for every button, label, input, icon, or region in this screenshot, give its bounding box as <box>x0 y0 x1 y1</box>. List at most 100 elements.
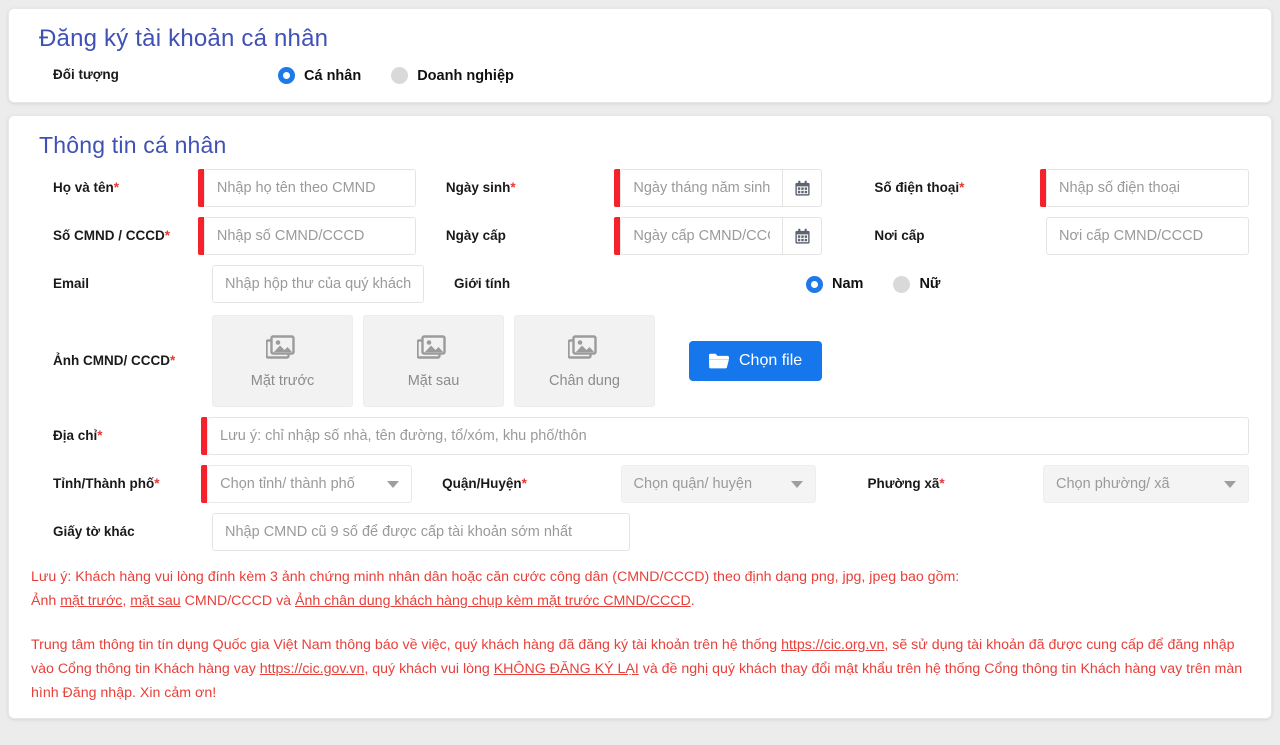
district-label: Quận/Huyện* <box>442 476 614 492</box>
gender-radio-group: Nam Nữ <box>806 276 940 293</box>
ward-placeholder: Chọn phường/ xã <box>1056 476 1170 492</box>
fullname-field <box>198 169 416 207</box>
notice-link-back[interactable]: mặt sau <box>130 593 180 609</box>
province-select[interactable]: Chọn tỉnh/ thành phố <box>207 465 412 503</box>
otherdocs-label: Giấy tờ khác <box>31 524 206 540</box>
birthdate-input[interactable] <box>620 169 782 207</box>
gender-label: Giới tính <box>454 276 632 292</box>
email-field <box>212 265 424 303</box>
radio-option-individual[interactable]: Cá nhân <box>278 67 361 84</box>
choose-file-label: Chọn file <box>739 352 802 370</box>
radio-unselected-icon <box>391 67 408 84</box>
chevron-down-icon <box>791 481 803 488</box>
required-asterisk: * <box>114 180 119 195</box>
required-asterisk: * <box>154 476 159 491</box>
issuedate-field <box>614 217 822 255</box>
no-reregister-emphasis: KHÔNG ĐĂNG KÝ LẠI <box>494 661 639 677</box>
upload-label-front: Mặt trước <box>251 373 315 389</box>
issueplace-label: Nơi cấp <box>874 228 1040 244</box>
upload-box-portrait[interactable]: Chân dung <box>514 315 655 407</box>
upload-label-back: Mặt sau <box>408 373 460 389</box>
calendar-icon <box>794 180 811 197</box>
district-field: Chọn quận/ huyện <box>621 465 816 503</box>
fullname-input[interactable] <box>204 169 416 207</box>
radio-unselected-icon <box>893 276 910 293</box>
birthdate-calendar-button[interactable] <box>782 169 822 207</box>
idnumber-field <box>198 217 416 255</box>
radio-selected-icon <box>806 276 823 293</box>
attachment-notice: Lưu ý: Khách hàng vui lòng đính kèm 3 ản… <box>31 565 1249 613</box>
required-asterisk: * <box>170 353 175 368</box>
notice-text: CMND/CCCD và <box>181 593 295 609</box>
subject-label: Đối tượng <box>31 67 206 83</box>
required-asterisk: * <box>959 180 964 195</box>
personal-info-card: Thông tin cá nhân Họ và tên* Ngày sinh* <box>8 115 1272 719</box>
province-placeholder: Chọn tỉnh/ thành phố <box>220 476 355 492</box>
radio-label-business: Doanh nghiệp <box>417 68 514 84</box>
form-row-address: Địa chỉ* <box>31 417 1249 455</box>
otherdocs-field <box>212 513 630 551</box>
province-field: Chọn tỉnh/ thành phố <box>201 465 412 503</box>
issueplace-field <box>1046 217 1249 255</box>
folder-icon <box>709 353 729 369</box>
required-asterisk: * <box>510 180 515 195</box>
radio-label-female: Nữ <box>919 276 940 292</box>
notice-link-front[interactable]: mặt trước <box>60 593 122 609</box>
address-input[interactable] <box>207 417 1249 455</box>
required-asterisk: * <box>165 228 170 243</box>
photos-label: Ảnh CMND/ CCCD* <box>31 353 206 369</box>
phone-label: Số điện thoại* <box>874 180 1040 196</box>
form-row-2: Số CMND / CCCD* Ngày cấp <box>31 217 1249 255</box>
cic-notice-part3: , quý khách vui lòng <box>364 661 493 677</box>
upload-box-front[interactable]: Mặt trước <box>212 315 353 407</box>
chevron-down-icon <box>387 481 399 488</box>
ward-label: Phường xã* <box>868 476 1037 492</box>
birthdate-field <box>614 169 822 207</box>
email-label: Email <box>31 276 206 292</box>
cic-notice: Trung tâm thông tin tín dụng Quốc gia Vi… <box>31 633 1249 705</box>
issueplace-input[interactable] <box>1046 217 1249 255</box>
chevron-down-icon <box>1224 481 1236 488</box>
otherdocs-input[interactable] <box>212 513 630 551</box>
issuedate-label: Ngày cấp <box>446 228 615 244</box>
district-placeholder: Chọn quận/ huyện <box>634 476 753 492</box>
address-field <box>201 417 1249 455</box>
account-type-radio-group: Cá nhân Doanh nghiệp <box>278 67 514 84</box>
required-indicator-bar <box>198 169 204 207</box>
personal-info-title: Thông tin cá nhân <box>39 132 1249 159</box>
radio-selected-icon <box>278 67 295 84</box>
notice-text: . <box>691 593 695 609</box>
issuedate-calendar-button[interactable] <box>782 217 822 255</box>
form-row-1: Họ và tên* Ngày sinh* <box>31 169 1249 207</box>
choose-file-button[interactable]: Chọn file <box>689 341 822 381</box>
required-asterisk: * <box>939 476 944 491</box>
radio-option-business[interactable]: Doanh nghiệp <box>391 67 514 84</box>
form-row-otherdocs: Giấy tờ khác <box>31 513 1249 551</box>
form-row-photos: Ảnh CMND/ CCCD* Mặt trước <box>31 315 1249 407</box>
radio-option-male[interactable]: Nam <box>806 276 863 293</box>
page-title: Đăng ký tài khoản cá nhân <box>39 25 1249 53</box>
radio-label-male: Nam <box>832 276 863 292</box>
idnumber-label: Số CMND / CCCD* <box>31 228 198 244</box>
birthdate-label: Ngày sinh* <box>446 180 615 196</box>
photo-upload-group: Mặt trước Mặt sau <box>212 315 822 407</box>
notice-link-portrait[interactable]: Ảnh chân dung khách hàng chụp kèm mặt tr… <box>295 593 691 609</box>
upload-box-back[interactable]: Mặt sau <box>363 315 504 407</box>
form-row-3: Email Giới tính Nam Nữ <box>31 265 1249 303</box>
ward-select[interactable]: Chọn phường/ xã <box>1043 465 1249 503</box>
image-placeholder-icon <box>417 334 451 364</box>
phone-input[interactable] <box>1046 169 1249 207</box>
form-row-location: Tỉnh/Thành phố* Chọn tỉnh/ thành phố Quậ… <box>31 465 1249 503</box>
cic-org-link[interactable]: https://cic.org.vn <box>781 637 884 653</box>
cic-gov-link[interactable]: https://cic.gov.vn <box>260 661 365 677</box>
radio-option-female[interactable]: Nữ <box>893 276 940 293</box>
issuedate-input[interactable] <box>620 217 782 255</box>
subject-row: Đối tượng Cá nhân Doanh nghiệp <box>31 67 1249 84</box>
email-input[interactable] <box>212 265 424 303</box>
district-select[interactable]: Chọn quận/ huyện <box>621 465 816 503</box>
idnumber-input[interactable] <box>204 217 416 255</box>
image-placeholder-icon <box>266 334 300 364</box>
cic-notice-part1: Trung tâm thông tin tín dụng Quốc gia Vi… <box>31 637 781 653</box>
fullname-label: Họ và tên* <box>31 180 198 196</box>
birthdate-datepicker <box>620 169 822 207</box>
